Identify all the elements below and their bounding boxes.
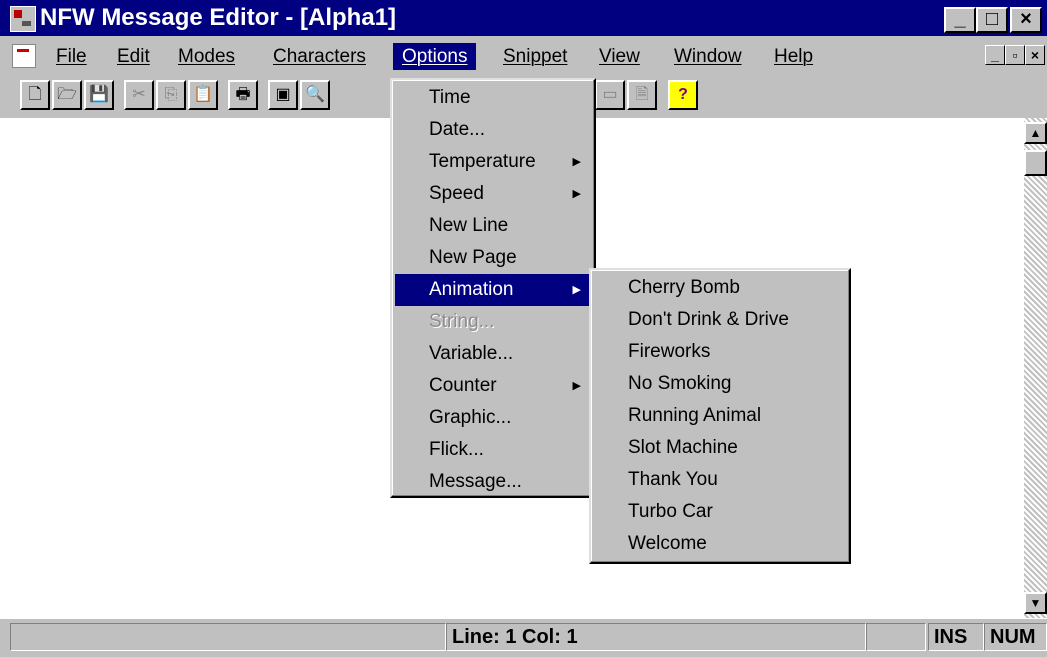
menu-item-slot-machine[interactable]: Slot Machine <box>594 432 848 464</box>
zoom-icon[interactable]: 🔍 <box>300 80 330 110</box>
menu-item-date[interactable]: Date... <box>395 114 593 146</box>
menu-item-temperature[interactable]: Temperature ▶ <box>395 146 593 178</box>
print-icon[interactable]: 🖶 <box>228 80 258 110</box>
menu-modes[interactable]: Modes <box>169 43 244 70</box>
status-ins: INS <box>928 623 984 651</box>
copy-icon[interactable]: ⎘ <box>156 80 186 110</box>
vertical-scrollbar[interactable]: ▲ ▼ <box>1024 118 1047 618</box>
menu-item-no-smoking[interactable]: No Smoking <box>594 368 848 400</box>
menu-item-counter-label: Counter <box>429 375 497 396</box>
menu-item-speed[interactable]: Speed ▶ <box>395 178 593 210</box>
mdi-close-button[interactable]: × <box>1025 45 1045 65</box>
menu-item-counter[interactable]: Counter ▶ <box>395 370 593 402</box>
mdi-restore-button[interactable]: ▫ <box>1005 45 1025 65</box>
close-button[interactable]: × <box>1010 7 1042 33</box>
scroll-thumb[interactable] <box>1024 150 1047 176</box>
menu-window[interactable]: Window <box>665 43 751 70</box>
status-panel-blank <box>866 623 926 651</box>
menu-help[interactable]: Help <box>765 43 822 70</box>
menu-item-time[interactable]: Time <box>395 82 593 114</box>
save-icon[interactable]: 💾 <box>84 80 114 110</box>
menu-edit[interactable]: Edit <box>108 43 159 70</box>
menu-item-variable[interactable]: Variable... <box>395 338 593 370</box>
help-icon[interactable]: ? <box>668 80 698 110</box>
title-bar: NFW Message Editor - [Alpha1] _ □ × <box>0 0 1047 36</box>
menu-item-turbo-car[interactable]: Turbo Car <box>594 496 848 528</box>
menu-characters[interactable]: Characters <box>264 43 375 70</box>
menu-item-cherry-bomb[interactable]: Cherry Bomb <box>594 272 848 304</box>
menu-item-message[interactable]: Message... <box>395 466 593 498</box>
menu-item-speed-label: Speed <box>429 183 484 204</box>
menu-item-new-page[interactable]: New Page <box>395 242 593 274</box>
menu-item-new-line[interactable]: New Line <box>395 210 593 242</box>
paste-icon[interactable]: 📋 <box>188 80 218 110</box>
page-icon[interactable]: ▭ <box>595 80 625 110</box>
document-page-icon[interactable]: 🗎 <box>627 80 657 110</box>
document-icon[interactable] <box>12 44 36 68</box>
menu-item-dont-drink-drive[interactable]: Don't Drink & Drive <box>594 304 848 336</box>
menu-item-welcome[interactable]: Welcome <box>594 528 848 560</box>
menu-view[interactable]: View <box>590 43 649 70</box>
submenu-arrow-icon: ▶ <box>572 188 581 200</box>
menu-item-thank-you[interactable]: Thank You <box>594 464 848 496</box>
menu-item-animation[interactable]: Animation ▶ <box>395 274 593 306</box>
minimize-button[interactable]: _ <box>944 7 976 33</box>
scroll-down-button[interactable]: ▼ <box>1024 592 1047 614</box>
app-icon[interactable] <box>10 6 36 32</box>
animation-submenu: Cherry Bomb Don't Drink & Drive Firework… <box>589 268 851 564</box>
menu-options[interactable]: Options <box>393 43 477 70</box>
status-num: NUM <box>984 623 1047 651</box>
status-panel-message <box>10 623 446 651</box>
cut-icon[interactable]: ✂ <box>124 80 154 110</box>
menu-item-running-animal[interactable]: Running Animal <box>594 400 848 432</box>
menu-item-temperature-label: Temperature <box>429 151 536 172</box>
menu-file[interactable]: File <box>47 43 96 70</box>
options-menu: Time Date... Temperature ▶ Speed ▶ New Lin… <box>390 78 596 498</box>
menu-snippet[interactable]: Snippet <box>494 43 576 70</box>
menu-bar: File Edit Modes Characters Options Snipp… <box>0 38 1047 72</box>
menu-item-flick[interactable]: Flick... <box>395 434 593 466</box>
submenu-arrow-icon: ▶ <box>572 284 581 296</box>
menu-item-fireworks[interactable]: Fireworks <box>594 336 848 368</box>
film-icon[interactable]: ▣ <box>268 80 298 110</box>
maximize-button[interactable]: □ <box>976 7 1008 33</box>
mdi-minimize-button[interactable]: _ <box>985 45 1005 65</box>
menu-item-graphic[interactable]: Graphic... <box>395 402 593 434</box>
open-folder-icon[interactable]: 🗁 <box>52 80 82 110</box>
menu-item-string: String... <box>429 311 495 332</box>
submenu-arrow-icon: ▶ <box>572 156 581 168</box>
status-bar: Line: 1 Col: 1 INS NUM <box>0 618 1047 657</box>
submenu-arrow-icon: ▶ <box>572 380 581 392</box>
status-position: Line: 1 Col: 1 <box>446 623 866 651</box>
new-document-icon[interactable]: 🗋 <box>20 80 50 110</box>
scroll-up-button[interactable]: ▲ <box>1024 122 1047 144</box>
window-title: NFW Message Editor - [Alpha1] <box>40 4 397 31</box>
menu-item-animation-label: Animation <box>429 279 514 300</box>
